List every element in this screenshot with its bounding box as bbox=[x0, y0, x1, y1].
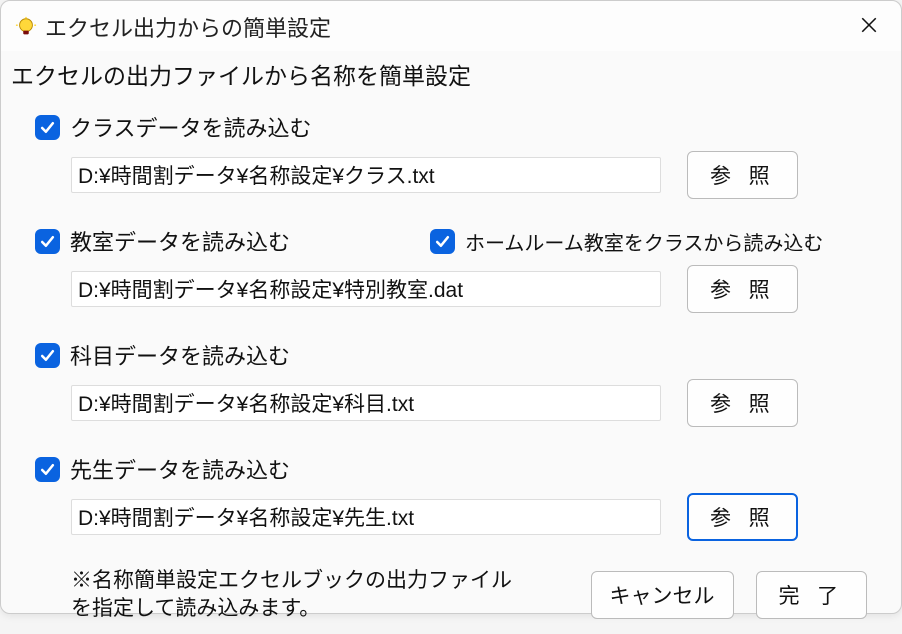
browse-button-room[interactable]: 参 照 bbox=[687, 265, 798, 313]
path-input-teacher[interactable] bbox=[71, 499, 661, 535]
lightbulb-icon bbox=[15, 16, 37, 38]
checkbox-teacher-label: 先生データを読み込む bbox=[70, 453, 290, 485]
complete-button[interactable]: 完 了 bbox=[756, 571, 867, 619]
footer-buttons: キャンセル 完 了 bbox=[591, 571, 867, 619]
checkbox-subject[interactable] bbox=[35, 343, 60, 368]
title-left: エクセル出力からの簡単設定 bbox=[15, 11, 331, 43]
browse-button-subject[interactable]: 参 照 bbox=[687, 379, 798, 427]
check-row-class: クラスデータを読み込む bbox=[35, 111, 867, 143]
input-row-subject: 参 照 bbox=[35, 379, 867, 427]
checkbox-class[interactable] bbox=[35, 115, 60, 140]
path-input-subject[interactable] bbox=[71, 385, 661, 421]
browse-button-class[interactable]: 参 照 bbox=[687, 151, 798, 199]
window-title: エクセル出力からの簡単設定 bbox=[45, 11, 331, 43]
input-row-teacher: 参 照 bbox=[35, 493, 867, 541]
cancel-button[interactable]: キャンセル bbox=[591, 571, 734, 619]
check-row-room: 教室データを読み込む ホームルーム教室をクラスから読み込む bbox=[35, 225, 867, 257]
checkbox-room[interactable] bbox=[35, 229, 60, 254]
footer: ※名称簡単設定エクセルブックの出力ファイルを指定して読み込みます。 キャンセル … bbox=[1, 567, 901, 634]
section-subject: 科目データを読み込む 参 照 bbox=[35, 339, 867, 427]
section-teacher: 先生データを読み込む 参 照 bbox=[35, 453, 867, 541]
checkbox-homeroom[interactable] bbox=[430, 229, 455, 254]
page-subtitle: エクセルの出力ファイルから名称を簡単設定 bbox=[1, 51, 901, 97]
path-input-class[interactable] bbox=[71, 157, 661, 193]
path-input-room[interactable] bbox=[71, 271, 661, 307]
check-row-teacher: 先生データを読み込む bbox=[35, 453, 867, 485]
checkbox-class-label: クラスデータを読み込む bbox=[70, 111, 312, 143]
sub-row-homeroom: ホームルーム教室をクラスから読み込む bbox=[430, 227, 823, 256]
input-row-room: 参 照 bbox=[35, 265, 867, 313]
checkbox-room-label: 教室データを読み込む bbox=[70, 225, 290, 257]
checkbox-subject-label: 科目データを読み込む bbox=[70, 339, 290, 371]
checkbox-teacher[interactable] bbox=[35, 457, 60, 482]
section-class: クラスデータを読み込む 参 照 bbox=[35, 111, 867, 199]
close-icon[interactable] bbox=[851, 14, 887, 40]
dialog-window: エクセル出力からの簡単設定 エクセルの出力ファイルから名称を簡単設定 クラスデー… bbox=[0, 0, 902, 614]
titlebar: エクセル出力からの簡単設定 bbox=[1, 1, 901, 51]
footer-note: ※名称簡単設定エクセルブックの出力ファイルを指定して読み込みます。 bbox=[71, 567, 531, 624]
checkbox-homeroom-label: ホームルーム教室をクラスから読み込む bbox=[465, 227, 823, 256]
content-area: クラスデータを読み込む 参 照 教室データを読み込む ホームルーム教室をクラスか… bbox=[1, 97, 901, 567]
input-row-class: 参 照 bbox=[35, 151, 867, 199]
browse-button-teacher[interactable]: 参 照 bbox=[687, 493, 798, 541]
check-row-subject: 科目データを読み込む bbox=[35, 339, 867, 371]
section-room: 教室データを読み込む ホームルーム教室をクラスから読み込む 参 照 bbox=[35, 225, 867, 313]
